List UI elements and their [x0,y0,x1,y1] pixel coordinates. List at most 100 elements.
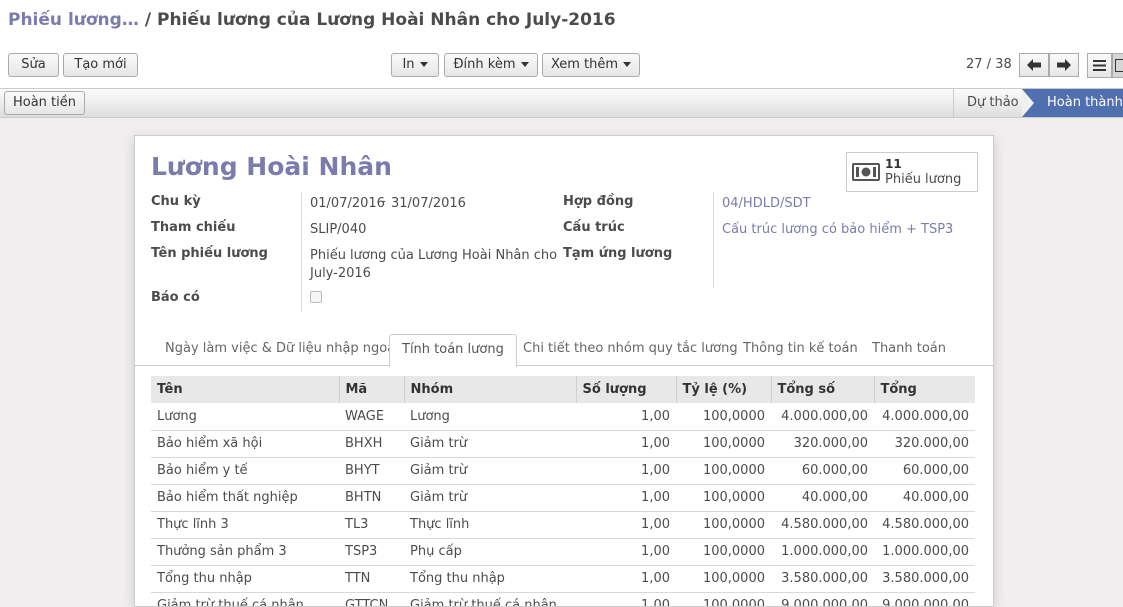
payslips-smart-button[interactable]: 11 Phiếu lương [846,152,978,192]
table-row[interactable]: Lương WAGE Lương 1,00 100,0000 4.000.000,00 4.… [151,403,975,431]
table-cell: 4.000.000,00 [874,403,975,431]
tab-worked-days[interactable]: Ngày làm việc & Dữ liệu nhập ngoài [165,334,399,366]
contract-label: Hợp đồng [563,194,634,209]
column-header[interactable]: Tổng [873,376,975,403]
table-cell: BHYT [339,457,404,485]
column-header[interactable]: Mã [338,376,404,403]
table-cell: 320.000,00 [771,430,874,458]
table-cell: Thực lĩnh 3 [151,511,339,539]
payslip-form-sheet: Lương Hoài Nhân 11 Phiếu lương Chu kỳ 01… [134,135,994,607]
tab-payment[interactable]: Thanh toán [872,334,946,366]
form-view-button[interactable] [1112,53,1123,78]
table-row[interactable]: Tổng thu nhập TTN Tổng thu nhập 1,00 100,000… [151,565,975,593]
breadcrumb-current: Phiếu lương của Lương Hoài Nhân cho July… [157,10,616,30]
table-cell: 100,0000 [676,403,771,431]
table-cell: 1,00 [576,511,676,539]
table-cell: 1.000.000,00 [874,538,975,566]
list-view-button[interactable] [1087,53,1112,78]
table-cell: Phụ cấp [404,538,576,566]
payslip-name-label: Tên phiếu lương [151,246,268,261]
table-row[interactable]: Giảm trừ thuế cá nhân GTTCN Giảm trừ thuế … [151,592,975,606]
period-to-field: 31/07/2016 [391,196,466,211]
table-cell: Giảm trừ thuế cá nhân [151,592,339,606]
table-cell: 100,0000 [676,484,771,512]
create-button[interactable]: Tạo mới [63,53,138,77]
breadcrumb-separator: / [144,10,152,30]
table-cell: 100,0000 [676,592,771,606]
table-cell: Tổng thu nhập [151,565,339,593]
attach-label: Đính kèm [453,57,516,72]
table-cell: 9.000.000,00 [771,592,874,606]
table-cell: 60.000,00 [771,457,874,485]
column-header[interactable]: Tên [151,376,339,403]
table-cell: Lương [151,403,339,431]
table-cell: TL3 [339,511,404,539]
table-cell: GTTCN [339,592,404,606]
field-divider-left [301,192,302,312]
breadcrumb-parent-link[interactable]: Phiếu lương… [8,10,139,30]
status-arrow [1022,89,1034,117]
period-label: Chu kỳ [151,194,201,209]
table-cell: 40.000,00 [771,484,874,512]
tab-rule-category-details[interactable]: Chi tiết theo nhóm quy tắc lương [523,334,738,366]
contract-link[interactable]: 04/HDLD/SDT [722,196,811,211]
column-header[interactable]: Tổng số [770,376,874,403]
print-dropdown[interactable]: In [391,53,439,77]
attach-dropdown[interactable]: Đính kèm [444,53,538,77]
pager-next-button[interactable] [1049,53,1079,77]
payslip-count-label: Phiếu lương [885,172,962,187]
table-row[interactable]: Bảo hiểm y tế BHYT Giảm trừ 1,00 100,0000 60.… [151,457,975,485]
table-cell: BHXH [339,430,404,458]
table-row[interactable]: Bảo hiểm xã hội BHXH Giảm trừ 1,00 100,0000 3… [151,430,975,458]
structure-link[interactable]: Cấu trúc lương có bảo hiểm + TSP3 [722,222,953,237]
tab-salary-computation[interactable]: Tính toán lương [389,334,517,367]
table-cell: 4.000.000,00 [771,403,874,431]
list-icon [1093,60,1106,71]
more-dropdown[interactable]: Xem thêm [542,53,640,77]
table-cell: 100,0000 [676,430,771,458]
table-cell: Giảm trừ [404,457,576,485]
table-row[interactable]: Thực lĩnh 3 TL3 Thực lĩnh 1,00 100,0000 4.580… [151,511,975,539]
arrow-left-icon [1027,59,1041,71]
table-cell: 100,0000 [676,511,771,539]
more-label: Xem thêm [550,57,619,72]
table-cell: Thưởng sản phẩm 3 [151,538,339,566]
tab-accounting-info[interactable]: Thông tin kế toán [743,334,858,366]
column-header[interactable]: Nhóm [403,376,576,403]
table-cell: 4.580.000,00 [874,511,975,539]
pager-previous-button[interactable] [1019,53,1049,77]
salary-lines-table: Tên Mã Nhóm Số lượng Tỷ lệ (%) Tổng số T… [151,376,975,606]
pager-counter[interactable]: 27 / 38 [966,57,1012,72]
edit-button[interactable]: Sửa [8,53,59,77]
column-header[interactable]: Tỷ lệ (%) [675,376,771,403]
table-row[interactable]: Bảo hiểm thất nghiệp BHTN Giảm trừ 1,00 100,… [151,484,975,512]
table-cell: 1,00 [576,484,676,512]
table-cell: 1,00 [576,403,676,431]
status-bar: Hoàn tiền Dự thảo Hoàn thành [0,88,1123,118]
table-cell: WAGE [339,403,404,431]
table-header-row: Tên Mã Nhóm Số lượng Tỷ lệ (%) Tổng số T… [151,376,975,403]
table-cell: Giảm trừ thuế cá nhân [404,592,576,606]
table-cell: Bảo hiểm thất nghiệp [151,484,339,512]
structure-label: Cấu trúc [563,220,625,235]
table-cell: 1,00 [576,538,676,566]
column-header[interactable]: Số lượng [575,376,676,403]
status-stage-draft[interactable]: Dự thảo [953,89,1025,117]
employee-name[interactable]: Lương Hoài Nhân [151,152,392,181]
credit-note-label: Báo có [151,290,200,305]
notebook-tabs: Ngày làm việc & Dữ liệu nhập ngoài Tính … [135,329,993,367]
credit-note-checkbox[interactable] [310,291,322,303]
arrow-right-icon [1057,59,1071,71]
table-cell: 1,00 [576,592,676,606]
period-from-field: 01/07/2016 [310,196,385,211]
money-icon [852,163,880,181]
payslip-count: 11 [885,157,902,171]
table-cell: 60.000,00 [874,457,975,485]
refund-button[interactable]: Hoàn tiền [4,91,85,115]
table-cell: TTN [339,565,404,593]
table-row[interactable]: Thưởng sản phẩm 3 TSP3 Phụ cấp 1,00 100,0000… [151,538,975,566]
table-cell: 3.580.000,00 [874,565,975,593]
table-cell: 4.580.000,00 [771,511,874,539]
period-dash: - [381,194,386,209]
table-cell: 1,00 [576,430,676,458]
